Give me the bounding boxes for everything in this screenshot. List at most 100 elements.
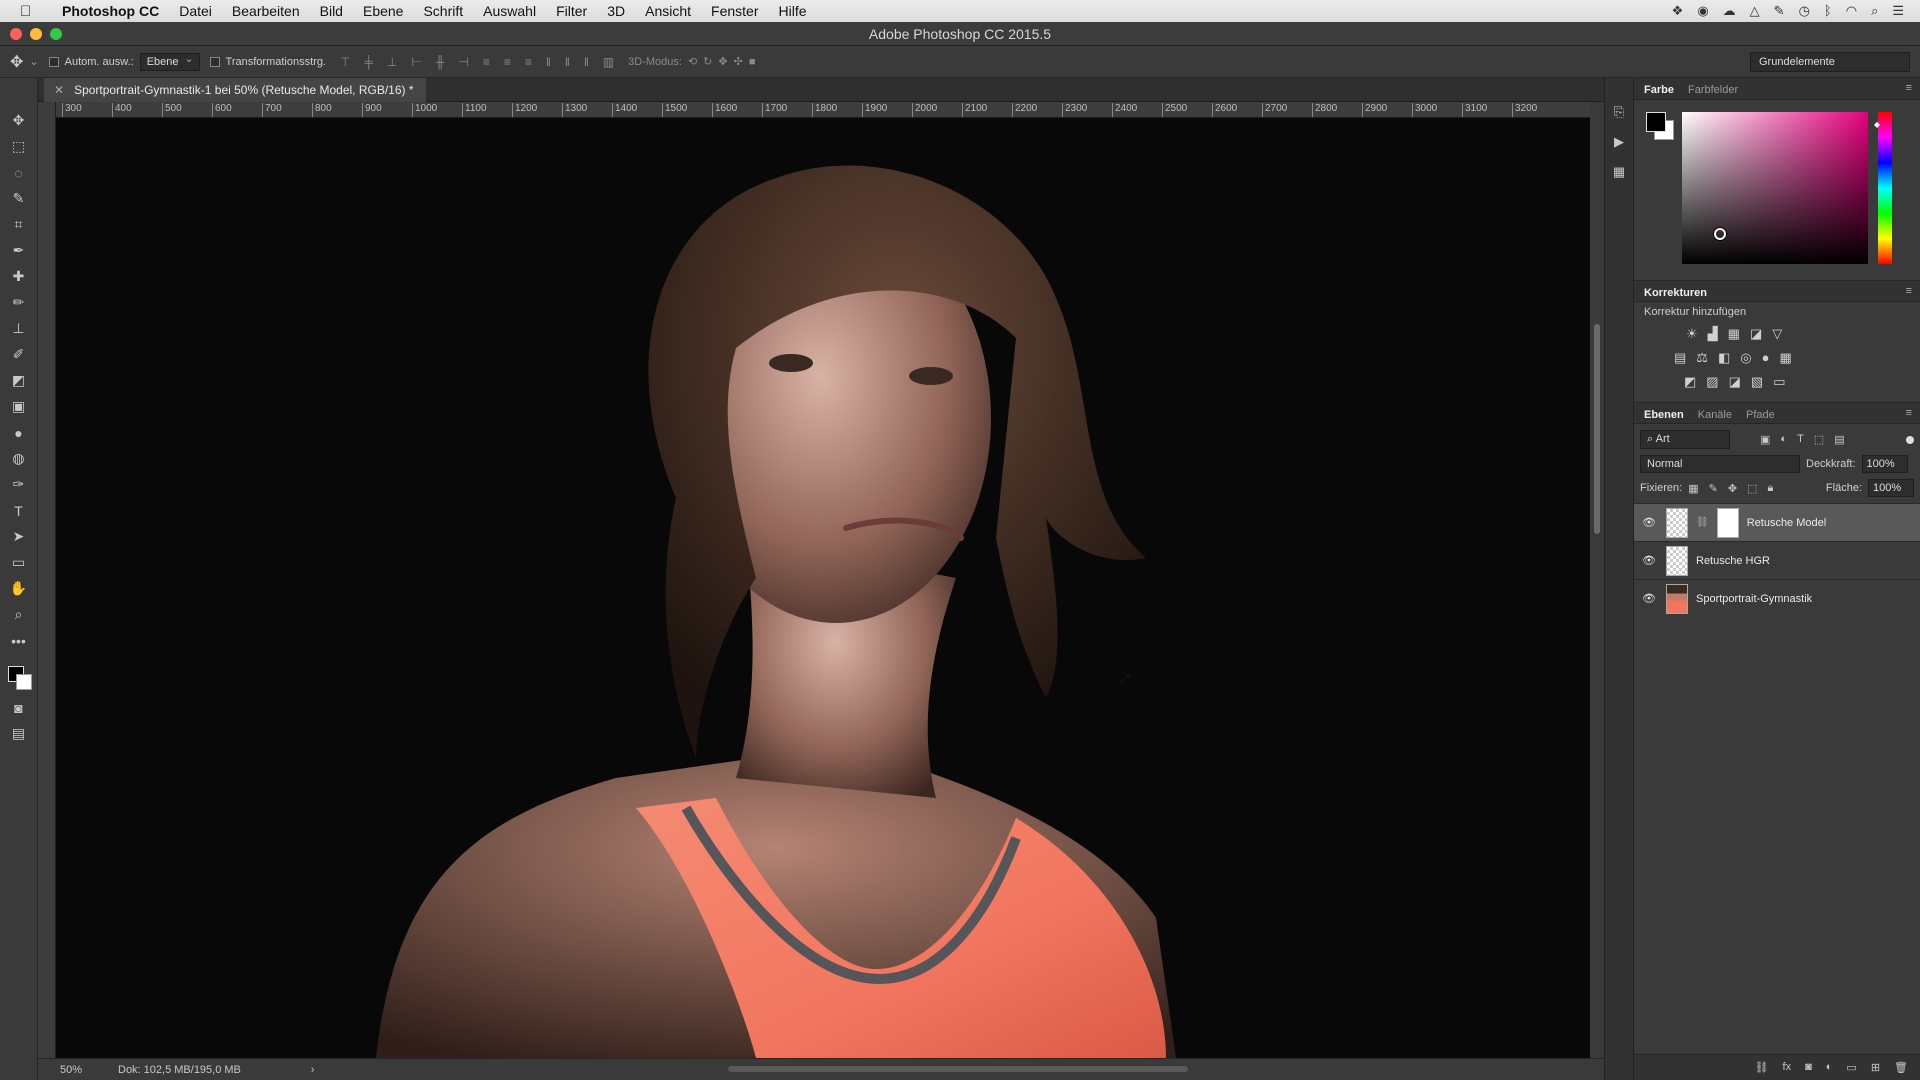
- curves-icon[interactable]: ▦: [1728, 326, 1740, 342]
- align-top-icon[interactable]: ⊤: [340, 55, 350, 69]
- transform-controls-checkbox[interactable]: [209, 56, 220, 67]
- tab-ebenen[interactable]: Ebenen: [1644, 409, 1684, 423]
- close-window-button[interactable]: [10, 28, 22, 40]
- layer-name[interactable]: Retusche HGR: [1696, 555, 1770, 567]
- layer-row[interactable]: 👁︎ Sportportrait-Gymnastik: [1634, 579, 1920, 617]
- layer-name[interactable]: Retusche Model: [1747, 517, 1827, 529]
- spotlight-search-icon[interactable]: ⌕: [1871, 3, 1878, 19]
- screen-mode-icon[interactable]: ▤: [8, 725, 30, 742]
- history-brush-tool-icon[interactable]: ✐: [8, 346, 30, 363]
- levels-icon[interactable]: ▟: [1708, 326, 1718, 342]
- opacity-input[interactable]: 100%: [1861, 455, 1908, 473]
- lock-artboard-icon[interactable]: ⬚: [1747, 482, 1757, 495]
- fill-input[interactable]: 100%: [1868, 479, 1914, 497]
- auto-align-icon[interactable]: ▥: [603, 55, 614, 69]
- foreground-background-colors[interactable]: [6, 664, 32, 690]
- marquee-tool-icon[interactable]: ⬚: [8, 138, 30, 155]
- quick-selection-tool-icon[interactable]: ✎: [8, 190, 30, 207]
- dropbox-icon[interactable]: ❖: [1672, 3, 1684, 19]
- quick-mask-icon[interactable]: ◙: [8, 699, 30, 716]
- gradient-tool-icon[interactable]: ▣: [8, 398, 30, 415]
- distribute-hcenter-icon[interactable]: ‖: [565, 55, 570, 69]
- lock-transparency-icon[interactable]: ▦: [1688, 482, 1698, 495]
- panel-foreground-swatch[interactable]: [1646, 112, 1666, 132]
- history-panel-icon[interactable]: ⎘: [1614, 104, 1624, 120]
- hand-tool-icon[interactable]: ✋: [8, 580, 30, 597]
- menu-datei[interactable]: Datei: [169, 3, 222, 19]
- crop-tool-icon[interactable]: ⌗: [8, 216, 30, 233]
- layer-thumbnail[interactable]: [1666, 507, 1688, 538]
- 3d-roll-icon[interactable]: ↻: [703, 55, 712, 68]
- distribute-right-icon[interactable]: ‖: [584, 55, 589, 69]
- eraser-tool-icon[interactable]: ◩: [8, 372, 30, 389]
- creative-cloud-icon[interactable]: ☁: [1723, 3, 1736, 19]
- color-field[interactable]: [1682, 112, 1868, 264]
- color-picker-handle[interactable]: [1714, 228, 1726, 240]
- actions-play-icon[interactable]: ▶: [1614, 134, 1624, 150]
- bluetooth-icon[interactable]: ᛒ: [1824, 3, 1832, 19]
- distribute-left-icon[interactable]: ‖: [546, 55, 551, 69]
- lock-position-icon[interactable]: ✥: [1728, 482, 1737, 495]
- distribute-bottom-icon[interactable]: ≡: [525, 55, 532, 69]
- photo-filter-icon[interactable]: ◎: [1740, 350, 1751, 366]
- tab-farbe[interactable]: Farbe: [1644, 84, 1674, 99]
- align-hcenter-icon[interactable]: ╫: [436, 55, 445, 69]
- menu-filter[interactable]: Filter: [546, 3, 597, 19]
- menu-auswahl[interactable]: Auswahl: [473, 3, 546, 19]
- status-menu-arrow[interactable]: ›: [311, 1064, 315, 1076]
- filter-shape-icon[interactable]: ⬚: [1814, 433, 1824, 446]
- wifi-icon[interactable]: ◠: [1846, 3, 1857, 19]
- layers-menu-icon[interactable]: ≡: [1906, 407, 1912, 419]
- color-balance-icon[interactable]: ⚖: [1696, 350, 1708, 366]
- vertical-scroll-thumb[interactable]: [1594, 324, 1600, 534]
- adjustments-panel-header[interactable]: Korrekturen ≡: [1634, 280, 1920, 302]
- gradient-map-icon[interactable]: ▭: [1773, 374, 1785, 390]
- filter-smart-object-icon[interactable]: ▤: [1834, 433, 1844, 446]
- brightness-contrast-icon[interactable]: ☀: [1686, 326, 1698, 342]
- menu-ebene[interactable]: Ebene: [353, 3, 413, 19]
- distribute-top-icon[interactable]: ≡: [483, 55, 490, 69]
- layer-mask-thumbnail[interactable]: [1716, 507, 1739, 538]
- 3d-pan-icon[interactable]: ✥: [718, 55, 727, 68]
- document-tab[interactable]: ✕ Sportportrait-Gymnastik-1 bei 50% (Ret…: [44, 78, 426, 102]
- drive-icon[interactable]: △: [1750, 3, 1760, 19]
- menu-bearbeiten[interactable]: Bearbeiten: [222, 3, 310, 19]
- invert-icon[interactable]: ◩: [1684, 374, 1696, 390]
- filter-pixel-icon[interactable]: ▣: [1760, 433, 1770, 446]
- align-vcenter-icon[interactable]: ╪: [364, 55, 373, 69]
- brush-status-icon[interactable]: ✎: [1774, 3, 1785, 19]
- blur-tool-icon[interactable]: ●: [8, 424, 30, 441]
- threshold-icon[interactable]: ◪: [1729, 374, 1741, 390]
- selective-color-icon[interactable]: ▧: [1751, 374, 1763, 390]
- pen-tool-icon[interactable]: ✑: [8, 476, 30, 493]
- apple-icon[interactable]: : [20, 3, 38, 20]
- brush-tool-icon[interactable]: ✏: [8, 294, 30, 311]
- document-canvas[interactable]: ➚: [56, 118, 1590, 1058]
- visibility-eye-icon[interactable]: 👁︎: [1642, 516, 1658, 529]
- align-right-icon[interactable]: ⊣: [458, 55, 468, 69]
- path-selection-tool-icon[interactable]: ➤: [8, 528, 30, 545]
- tool-preset-chevron-icon[interactable]: ⌄: [29, 55, 38, 68]
- delete-layer-icon[interactable]: 🗑︎: [1894, 1061, 1908, 1074]
- auto-select-target-dropdown[interactable]: Ebene: [139, 52, 200, 71]
- layer-row[interactable]: 👁︎ Retusche HGR: [1634, 541, 1920, 579]
- layer-filter-dropdown[interactable]: ⌕ Art: [1640, 430, 1730, 449]
- distribute-vcenter-icon[interactable]: ≡: [504, 55, 511, 69]
- rectangle-tool-icon[interactable]: ▭: [8, 554, 30, 571]
- align-bottom-icon[interactable]: ⊥: [387, 55, 397, 69]
- eyedropper-tool-icon[interactable]: ✒: [8, 242, 30, 259]
- close-document-icon[interactable]: ✕: [54, 83, 64, 102]
- menu-fenster[interactable]: Fenster: [701, 3, 768, 19]
- menu-schrift[interactable]: Schrift: [413, 3, 473, 19]
- filter-adjustment-icon[interactable]: ◐: [1780, 433, 1787, 446]
- menu-3d[interactable]: 3D: [597, 3, 635, 19]
- link-layers-icon[interactable]: ⛓: [1755, 1061, 1769, 1074]
- minimize-window-button[interactable]: [30, 28, 42, 40]
- menu-app-name[interactable]: Photoshop CC: [52, 3, 169, 19]
- black-white-icon[interactable]: ◧: [1718, 350, 1730, 366]
- tab-farbfelder[interactable]: Farbfelder: [1688, 84, 1738, 99]
- layer-row[interactable]: 👁︎ ⛓ Retusche Model: [1634, 503, 1920, 541]
- new-adjustment-icon[interactable]: ◐: [1826, 1061, 1833, 1074]
- lock-pixels-icon[interactable]: ✎: [1709, 482, 1718, 495]
- new-layer-icon[interactable]: ⊞: [1871, 1061, 1880, 1074]
